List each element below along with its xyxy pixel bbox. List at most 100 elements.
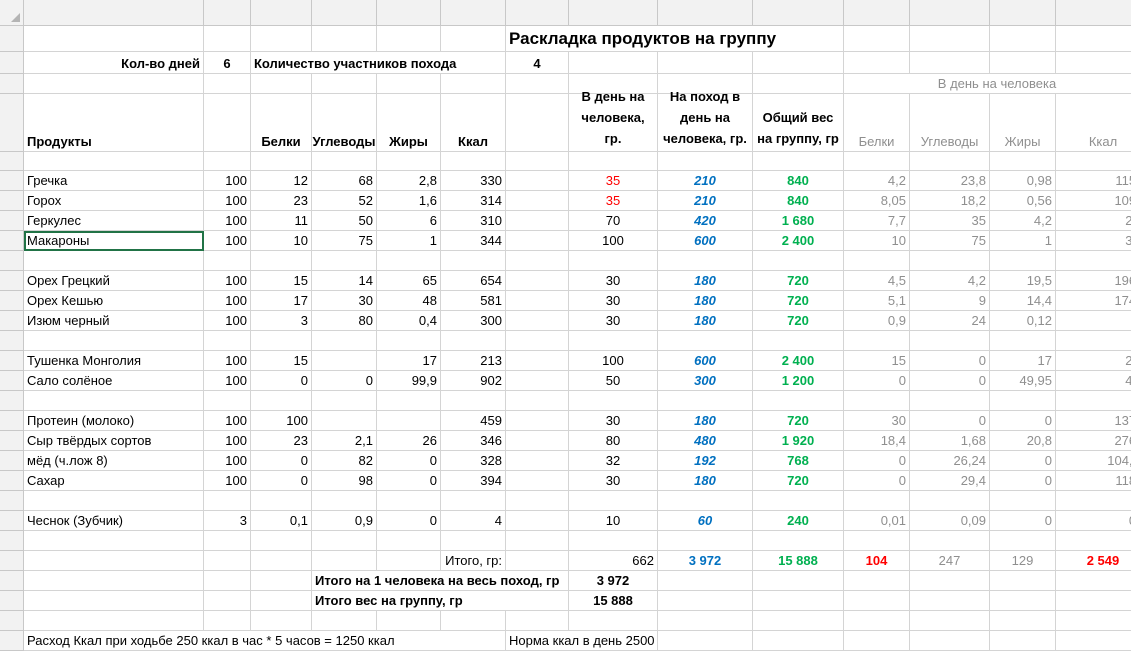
cell-b1[interactable] (204, 26, 251, 52)
cell-l29[interactable] (910, 631, 990, 651)
cell-h22[interactable] (569, 491, 658, 511)
cell-g8[interactable] (506, 211, 569, 231)
cell-e13[interactable]: 0,4 (377, 311, 441, 331)
cell-b12[interactable]: 100 (204, 291, 251, 311)
cell-c20[interactable]: 0 (251, 451, 312, 471)
cell-m22[interactable] (990, 491, 1056, 511)
cell-b14[interactable] (204, 331, 251, 351)
cell-b11[interactable]: 100 (204, 271, 251, 291)
cell-d26[interactable]: Итого на 1 человека на весь поход, гр (312, 571, 569, 591)
cell-l15[interactable]: 0 (910, 351, 990, 371)
cell-b8[interactable]: 100 (204, 211, 251, 231)
cell-a11[interactable]: Орех Грецкий (24, 271, 204, 291)
column-header-k[interactable] (844, 0, 910, 26)
cell-d13[interactable]: 80 (312, 311, 377, 331)
select-all-corner[interactable] (0, 0, 24, 26)
cell-a7[interactable]: Горох (24, 191, 204, 211)
cell-m21[interactable]: 0 (990, 471, 1056, 491)
cell-k1[interactable] (844, 26, 910, 52)
cell-m16[interactable]: 49,95 (990, 371, 1056, 391)
cell-h18[interactable]: 30 (569, 411, 658, 431)
cell-i7[interactable]: 210 (658, 191, 753, 211)
column-header-f[interactable] (441, 0, 506, 26)
cell-n7[interactable]: 109,9 (1056, 191, 1131, 211)
cell-b21[interactable]: 100 (204, 471, 251, 491)
cell-k29[interactable] (844, 631, 910, 651)
cell-g28[interactable] (506, 611, 569, 631)
cell-g18[interactable] (506, 411, 569, 431)
cell-f22[interactable] (441, 491, 506, 511)
cell-b24[interactable] (204, 531, 251, 551)
cell-c10[interactable] (251, 251, 312, 271)
cell-i29[interactable] (658, 631, 753, 651)
cell-d4[interactable]: Углеводы (312, 94, 377, 152)
cell-l8[interactable]: 35 (910, 211, 990, 231)
cell-a4[interactable]: Продукты (24, 94, 204, 152)
cell-a15[interactable]: Тушенка Монголия (24, 351, 204, 371)
cell-f9[interactable]: 344 (441, 231, 506, 251)
cell-b15[interactable]: 100 (204, 351, 251, 371)
cell-c3[interactable] (251, 74, 312, 94)
cell-j16[interactable]: 1 200 (753, 371, 844, 391)
cell-f23[interactable]: 4 (441, 511, 506, 531)
cell-h7[interactable]: 35 (569, 191, 658, 211)
cell-l17[interactable] (910, 391, 990, 411)
cell-g13[interactable] (506, 311, 569, 331)
cell-n5[interactable] (1056, 152, 1131, 171)
cell-e16[interactable]: 99,9 (377, 371, 441, 391)
column-header-g[interactable] (506, 0, 569, 26)
cell-a6[interactable]: Гречка (24, 171, 204, 191)
cell-j19[interactable]: 1 920 (753, 431, 844, 451)
cell-j12[interactable]: 720 (753, 291, 844, 311)
cell-d27[interactable]: Итого вес на группу, гр (312, 591, 569, 611)
row-header-17[interactable] (0, 391, 24, 411)
row-header-14[interactable] (0, 331, 24, 351)
row-header-15[interactable] (0, 351, 24, 371)
cell-g14[interactable] (506, 331, 569, 351)
cell-g5[interactable] (506, 152, 569, 171)
cell-m8[interactable]: 4,2 (990, 211, 1056, 231)
cell-n19[interactable]: 276,8 (1056, 431, 1131, 451)
cell-m29[interactable] (990, 631, 1056, 651)
cell-h17[interactable] (569, 391, 658, 411)
cell-j13[interactable]: 720 (753, 311, 844, 331)
cell-g1[interactable]: Раскладка продуктов на группу (506, 26, 844, 52)
cell-f20[interactable]: 328 (441, 451, 506, 471)
cell-d7[interactable]: 52 (312, 191, 377, 211)
cell-n4[interactable]: Ккал (1056, 94, 1131, 152)
cell-j8[interactable]: 1 680 (753, 211, 844, 231)
cell-n1[interactable] (1056, 26, 1131, 52)
column-header-m[interactable] (990, 0, 1056, 26)
cell-c9[interactable]: 10 (251, 231, 312, 251)
cell-n12[interactable]: 174,3 (1056, 291, 1131, 311)
cell-f16[interactable]: 902 (441, 371, 506, 391)
cell-i20[interactable]: 192 (658, 451, 753, 471)
cell-f12[interactable]: 581 (441, 291, 506, 311)
cell-h10[interactable] (569, 251, 658, 271)
cell-l6[interactable]: 23,8 (910, 171, 990, 191)
cell-e7[interactable]: 1,6 (377, 191, 441, 211)
cell-h27[interactable]: 15 888 (569, 591, 658, 611)
cell-j24[interactable] (753, 531, 844, 551)
cell-a24[interactable] (24, 531, 204, 551)
row-header-2[interactable] (0, 52, 24, 74)
cell-k17[interactable] (844, 391, 910, 411)
cell-i13[interactable]: 180 (658, 311, 753, 331)
cell-g23[interactable] (506, 511, 569, 531)
cell-h19[interactable]: 80 (569, 431, 658, 451)
cell-k8[interactable]: 7,7 (844, 211, 910, 231)
cell-c7[interactable]: 23 (251, 191, 312, 211)
cell-g7[interactable] (506, 191, 569, 211)
cell-e4[interactable]: Жиры (377, 94, 441, 152)
cell-m12[interactable]: 14,4 (990, 291, 1056, 311)
cell-d21[interactable]: 98 (312, 471, 377, 491)
cell-g24[interactable] (506, 531, 569, 551)
cell-i14[interactable] (658, 331, 753, 351)
cell-a14[interactable] (24, 331, 204, 351)
cell-b9[interactable]: 100 (204, 231, 251, 251)
cell-b6[interactable]: 100 (204, 171, 251, 191)
cell-k27[interactable] (844, 591, 910, 611)
cell-l5[interactable] (910, 152, 990, 171)
cell-e10[interactable] (377, 251, 441, 271)
column-header-c[interactable] (251, 0, 312, 26)
